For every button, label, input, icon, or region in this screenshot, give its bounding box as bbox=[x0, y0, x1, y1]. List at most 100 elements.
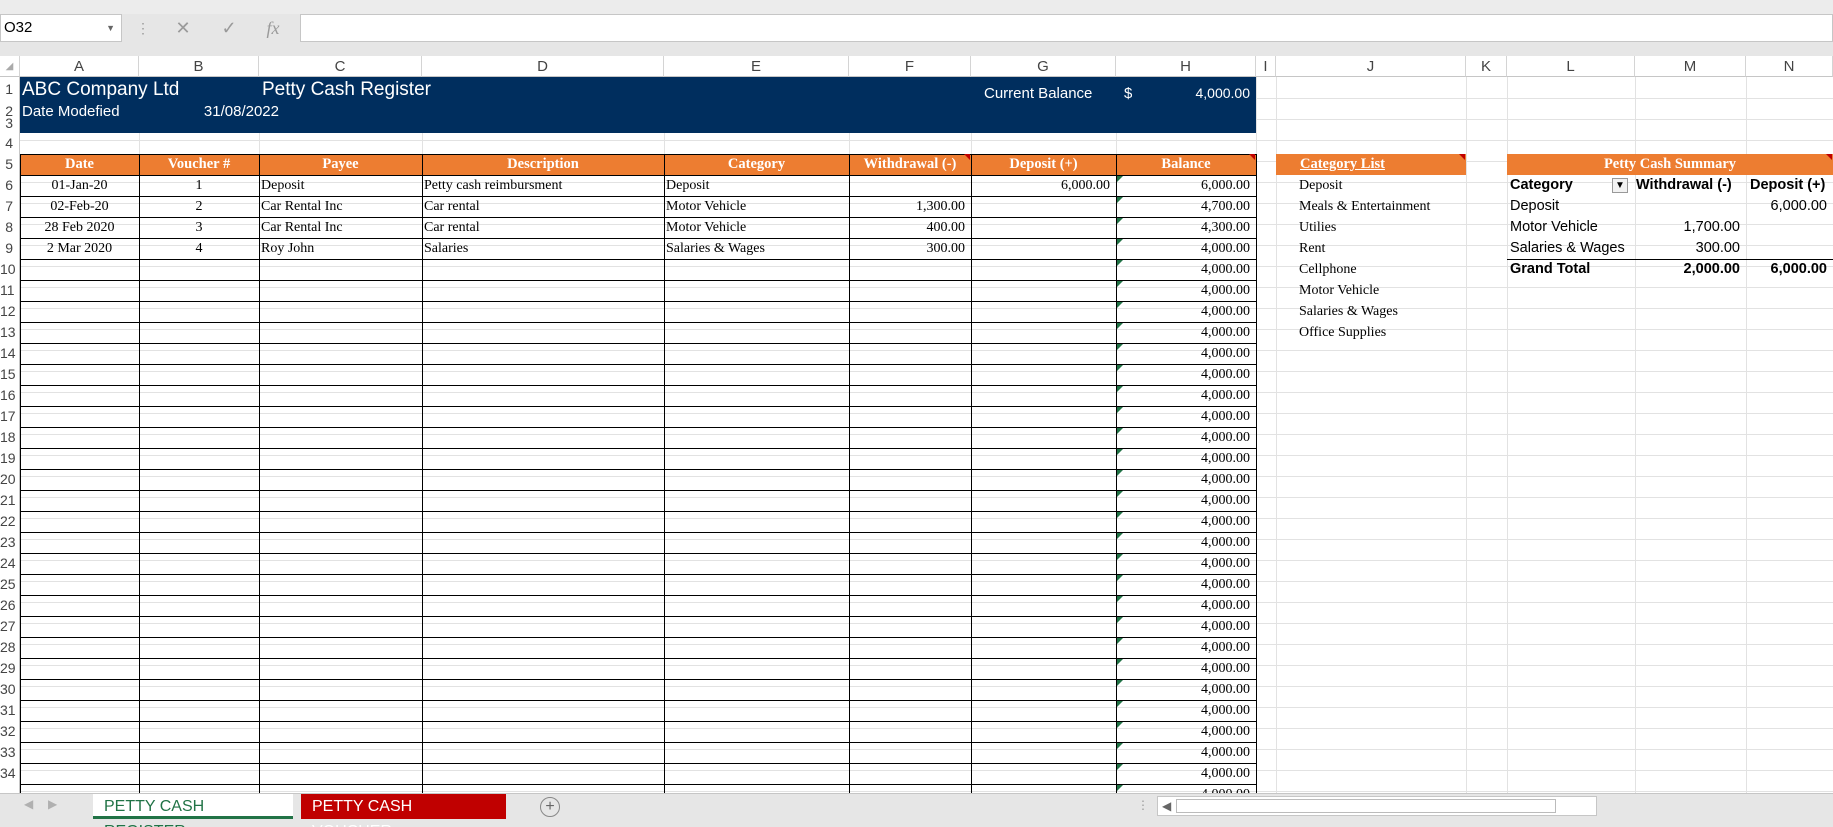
grand-total-deposit[interactable]: 6,000.00 bbox=[1746, 259, 1833, 280]
table-row[interactable]: 4,000.00 bbox=[20, 469, 1256, 490]
summary-header-withdrawal[interactable]: Withdrawal (-) bbox=[1636, 175, 1732, 196]
current-balance-value[interactable]: 4,000.00 bbox=[1116, 83, 1256, 104]
list-item[interactable]: Deposit bbox=[1299, 175, 1479, 196]
register-cell-description[interactable]: Petty cash reimbursment bbox=[422, 175, 664, 196]
company-name[interactable]: ABC Company Ltd bbox=[22, 77, 179, 103]
register-cell-balance[interactable]: 4,000.00 bbox=[1116, 679, 1256, 700]
row-header[interactable]: 8 bbox=[0, 217, 19, 238]
register-cell-balance[interactable]: 4,000.00 bbox=[1116, 763, 1256, 784]
chevron-down-icon[interactable]: ▼ bbox=[106, 15, 115, 41]
table-row[interactable]: 4,000.00 bbox=[20, 259, 1256, 280]
row-header[interactable]: 17 bbox=[0, 406, 19, 427]
row-header[interactable]: 24 bbox=[0, 553, 19, 574]
tab-petty-cash-voucher[interactable]: PETTY CASH VOUCHER bbox=[301, 794, 506, 827]
table-row[interactable]: 4,000.00 bbox=[20, 721, 1256, 742]
register-cell-category[interactable]: Motor Vehicle bbox=[664, 217, 849, 238]
register-cell-balance[interactable]: 4,000.00 bbox=[1116, 238, 1256, 259]
table-row[interactable]: 4,000.00 bbox=[20, 784, 1256, 793]
list-item[interactable]: Office Supplies bbox=[1299, 322, 1479, 343]
register-cell-withdrawal[interactable]: 300.00 bbox=[849, 238, 971, 259]
register-cell-voucher[interactable]: 2 bbox=[139, 196, 259, 217]
row-header[interactable]: 18 bbox=[0, 427, 19, 448]
summary-title[interactable]: Petty Cash Summary bbox=[1507, 154, 1833, 175]
row-header[interactable]: 28 bbox=[0, 637, 19, 658]
list-item[interactable]: Salaries & Wages bbox=[1299, 301, 1479, 322]
add-sheet-icon[interactable]: + bbox=[540, 797, 560, 817]
select-all-corner[interactable]: ◢ bbox=[0, 56, 20, 77]
row-header[interactable]: 29 bbox=[0, 658, 19, 679]
table-row[interactable]: 4,000.00 bbox=[20, 763, 1256, 784]
row-header[interactable]: 34 bbox=[0, 763, 19, 784]
register-cell-balance[interactable]: 4,700.00 bbox=[1116, 196, 1256, 217]
scroll-left-icon[interactable]: ◀ bbox=[1162, 799, 1171, 813]
table-row[interactable]: 4,000.00 bbox=[20, 616, 1256, 637]
table-row[interactable]: 4,000.00 bbox=[20, 280, 1256, 301]
row-header[interactable]: 19 bbox=[0, 448, 19, 469]
row-header[interactable]: 15 bbox=[0, 364, 19, 385]
summary-cell-withdrawal[interactable]: 300.00 bbox=[1635, 238, 1746, 259]
register-cell-category[interactable]: Motor Vehicle bbox=[664, 196, 849, 217]
column-header-j[interactable]: J bbox=[1276, 56, 1466, 77]
register-cell-description[interactable]: Salaries bbox=[422, 238, 664, 259]
summary-cell-category[interactable]: Deposit bbox=[1510, 196, 1630, 217]
row-header[interactable]: 11 bbox=[0, 280, 19, 301]
register-cell-date[interactable]: 2 Mar 2020 bbox=[20, 238, 139, 259]
current-balance-label[interactable]: Current Balance bbox=[984, 83, 1092, 104]
column-header-i[interactable]: I bbox=[1256, 56, 1276, 77]
column-header-l[interactable]: L bbox=[1507, 56, 1635, 77]
table-row[interactable]: 4,000.00 bbox=[20, 553, 1256, 574]
register-cell-balance[interactable]: 4,000.00 bbox=[1116, 469, 1256, 490]
grand-total-label[interactable]: Grand Total bbox=[1510, 259, 1590, 280]
column-header-e[interactable]: E bbox=[664, 56, 849, 77]
row-header[interactable]: 7 bbox=[0, 196, 19, 217]
table-row[interactable]: 4,000.00 bbox=[20, 301, 1256, 322]
register-cell-voucher[interactable]: 4 bbox=[139, 238, 259, 259]
row-header[interactable]: 10 bbox=[0, 259, 19, 280]
date-modified-label[interactable]: Date Modefied bbox=[22, 101, 120, 122]
register-cell-balance[interactable]: 6,000.00 bbox=[1116, 175, 1256, 196]
row-header[interactable]: 20 bbox=[0, 469, 19, 490]
row-header[interactable]: 26 bbox=[0, 595, 19, 616]
register-cell-payee[interactable]: Deposit bbox=[259, 175, 422, 196]
register-cell-balance[interactable]: 4,000.00 bbox=[1116, 658, 1256, 679]
row-header[interactable]: 1 bbox=[0, 79, 19, 100]
summary-cell-deposit[interactable]: 6,000.00 bbox=[1746, 196, 1833, 217]
register-cell-balance[interactable]: 4,000.00 bbox=[1116, 343, 1256, 364]
register-cell-balance[interactable]: 4,000.00 bbox=[1116, 364, 1256, 385]
table-row[interactable]: 4,000.00 bbox=[20, 385, 1256, 406]
row-header[interactable]: 21 bbox=[0, 490, 19, 511]
table-row[interactable]: 4,000.00 bbox=[20, 700, 1256, 721]
row-header[interactable]: 25 bbox=[0, 574, 19, 595]
table-row[interactable]: 02-Feb-20 2 Car Rental Inc Car rental Motor … bbox=[20, 196, 1256, 217]
column-header-d[interactable]: D bbox=[422, 56, 664, 77]
register-cell-balance[interactable]: 4,000.00 bbox=[1116, 511, 1256, 532]
register-cell-description[interactable]: Car rental bbox=[422, 196, 664, 217]
table-row[interactable]: 4,000.00 bbox=[20, 532, 1256, 553]
summary-cell-withdrawal[interactable]: 1,700.00 bbox=[1635, 217, 1746, 238]
row-header[interactable]: 14 bbox=[0, 343, 19, 364]
row-header[interactable]: 27 bbox=[0, 616, 19, 637]
register-cell-balance[interactable]: 4,000.00 bbox=[1116, 553, 1256, 574]
scroll-right-icon[interactable]: ▶ bbox=[48, 797, 57, 811]
column-header-m[interactable]: M bbox=[1635, 56, 1746, 77]
table-row[interactable]: 4,000.00 bbox=[20, 742, 1256, 763]
summary-cell-category[interactable]: Motor Vehicle bbox=[1510, 217, 1630, 238]
list-item[interactable]: Utilies bbox=[1299, 217, 1479, 238]
register-cell-withdrawal[interactable]: 400.00 bbox=[849, 217, 971, 238]
register-cell-balance[interactable]: 4,000.00 bbox=[1116, 448, 1256, 469]
grand-total-withdrawal[interactable]: 2,000.00 bbox=[1635, 259, 1746, 280]
register-cell-payee[interactable]: Car Rental Inc bbox=[259, 196, 422, 217]
register-cell-balance[interactable]: 4,000.00 bbox=[1116, 721, 1256, 742]
row-header[interactable]: 22 bbox=[0, 511, 19, 532]
row-header[interactable]: 33 bbox=[0, 742, 19, 763]
row-header[interactable]: 12 bbox=[0, 301, 19, 322]
table-row[interactable]: 4,000.00 bbox=[20, 448, 1256, 469]
register-cell-balance[interactable]: 4,000.00 bbox=[1116, 700, 1256, 721]
table-row[interactable]: 4,000.00 bbox=[20, 364, 1256, 385]
register-header-cell[interactable]: Balance bbox=[1116, 154, 1256, 175]
register-cell-balance[interactable]: 4,000.00 bbox=[1116, 574, 1256, 595]
register-cell-balance[interactable]: 4,000.00 bbox=[1116, 406, 1256, 427]
register-cell-balance[interactable]: 4,000.00 bbox=[1116, 532, 1256, 553]
register-cell-voucher[interactable]: 3 bbox=[139, 217, 259, 238]
list-item[interactable]: Cellphone bbox=[1299, 259, 1479, 280]
